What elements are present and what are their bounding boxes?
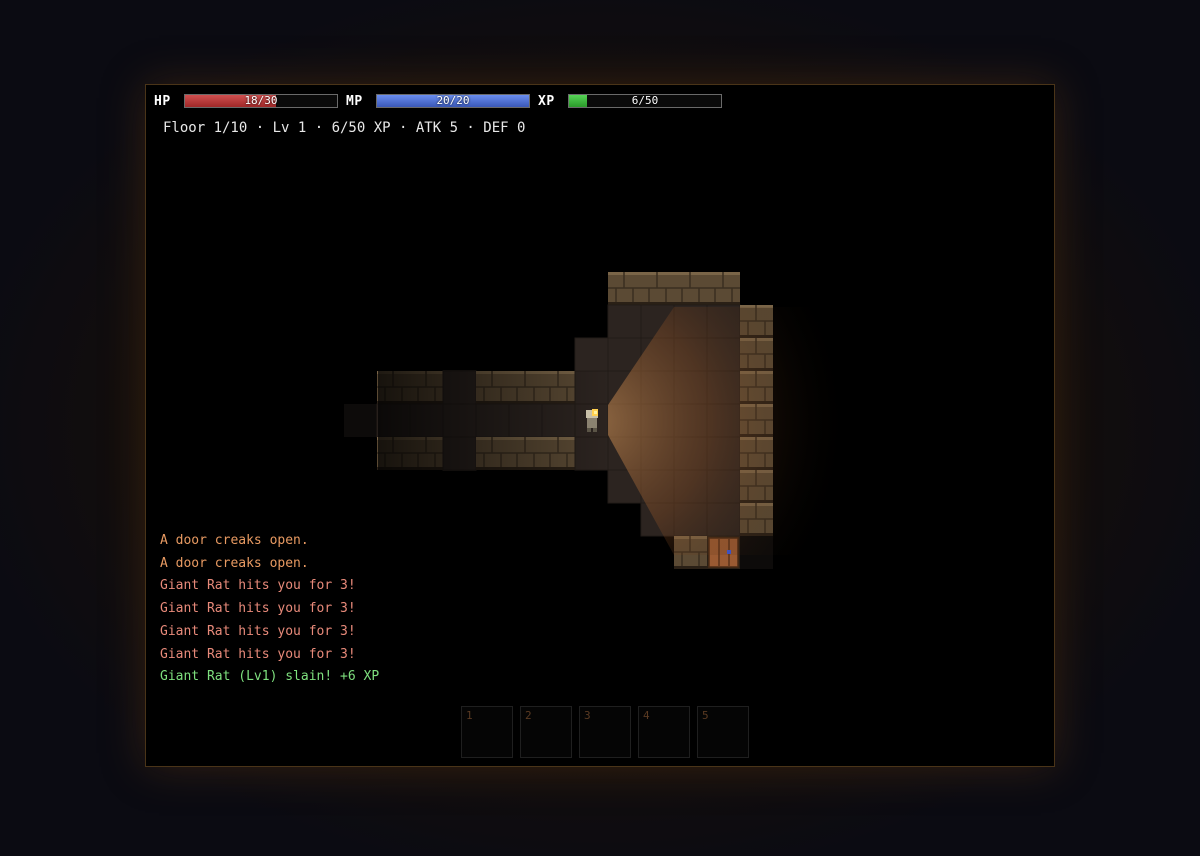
hotbar: 1 2 3 4 5 — [461, 706, 756, 758]
log-message: Giant Rat hits you for 3! — [160, 578, 356, 594]
xp-value: 6/50 — [631, 94, 659, 107]
hotbar-slot-3[interactable]: 3 — [579, 706, 631, 758]
corridor-shadow — [378, 371, 611, 470]
hotbar-slot-number: 2 — [525, 709, 532, 722]
hotbar-slot-2[interactable]: 2 — [520, 706, 572, 758]
hotbar-slot-number: 3 — [584, 709, 591, 722]
log-message: Giant Rat hits you for 3! — [160, 601, 356, 617]
log-message: Giant Rat hits you for 3! — [160, 623, 356, 639]
hud-bars: HP 18/30 MP 20/20 XP 6/50 — [154, 93, 730, 109]
map-tile-dark — [344, 404, 377, 437]
mp-bar: 20/20 — [376, 94, 530, 108]
map-tile-floor — [574, 337, 609, 372]
hp-value: 18/30 — [244, 94, 278, 107]
xp-group: XP 6/50 — [538, 94, 722, 109]
mp-value: 20/20 — [436, 94, 470, 107]
hp-label: HP — [154, 93, 171, 109]
torch-light-cone — [608, 307, 926, 555]
map-tile-wall — [641, 272, 674, 305]
hp-group: HP 18/30 — [154, 94, 338, 109]
log-message: Giant Rat hits you for 3! — [160, 646, 356, 662]
message-log: A door creaks open. A door creaks open. Gi… — [160, 530, 560, 696]
hotbar-slot-number: 5 — [702, 709, 709, 722]
hotbar-slot-1[interactable]: 1 — [461, 706, 513, 758]
map-tile-wall — [608, 272, 641, 305]
game-page: HP 18/30 MP 20/20 XP 6/50 Floor 1/10 · L… — [0, 0, 1200, 856]
xp-bar: 6/50 — [568, 94, 722, 108]
xp-label: XP — [538, 93, 555, 109]
map-tile-wall — [674, 272, 707, 305]
map-tile-wall — [707, 272, 740, 305]
mp-group: MP 20/20 — [346, 94, 530, 109]
hotbar-slot-number: 4 — [643, 709, 650, 722]
mp-label: MP — [346, 93, 363, 109]
log-message: A door creaks open. — [160, 533, 309, 548]
hp-bar: 18/30 — [184, 94, 338, 108]
hotbar-slot-5[interactable]: 5 — [697, 706, 749, 758]
map-tile-floor — [607, 304, 642, 339]
log-message: A door creaks open. — [160, 555, 309, 571]
hotbar-slot-4[interactable]: 4 — [638, 706, 690, 758]
game-viewport[interactable]: HP 18/30 MP 20/20 XP 6/50 Floor 1/10 · L… — [145, 84, 1055, 767]
hotbar-slot-number: 1 — [466, 709, 473, 722]
log-message: Giant Rat (Lv1) slain! +6 XP — [160, 669, 380, 685]
status-line: Floor 1/10 · Lv 1 · 6/50 XP · ATK 5 · DE… — [163, 120, 526, 136]
